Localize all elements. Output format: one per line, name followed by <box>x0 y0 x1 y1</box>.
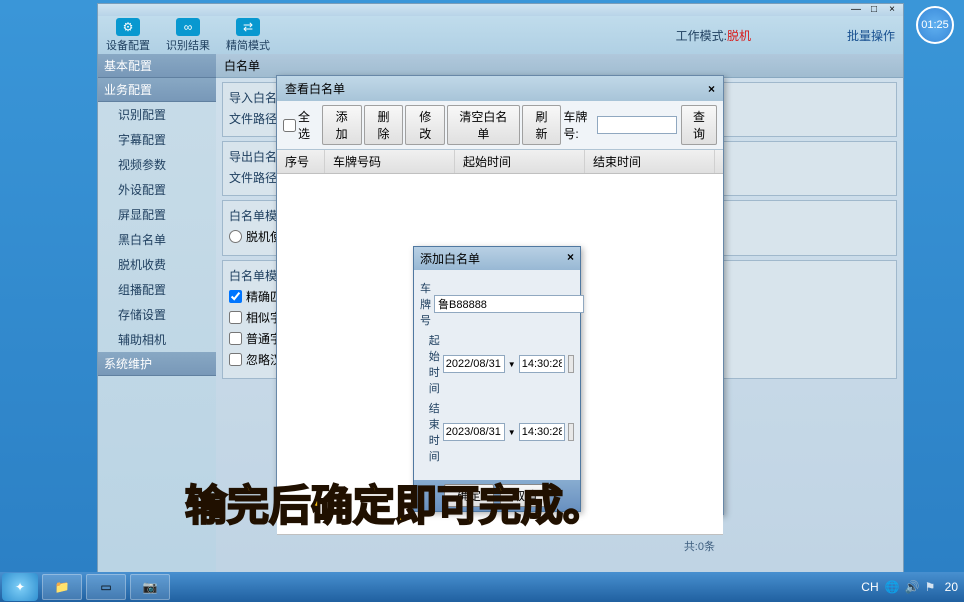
time-spinner[interactable] <box>568 423 574 441</box>
search-area: 车牌号: 查询 <box>563 105 717 145</box>
sidebar-item-whitelist[interactable]: 黑白名单 <box>98 227 216 252</box>
maximize-button[interactable]: □ <box>867 5 881 15</box>
toolbar-recognition-result[interactable]: ∞ 识别结果 <box>166 18 210 53</box>
overlay-caption: 输完后确定即可完成。 <box>185 472 605 533</box>
swap-icon: ⇄ <box>236 18 260 36</box>
clear-button[interactable]: 清空白名单 <box>447 105 519 145</box>
sidebar-item-storage[interactable]: 存储设置 <box>98 302 216 327</box>
gear-icon: ⚙ <box>116 18 140 36</box>
toolbar-device-config[interactable]: ⚙ 设备配置 <box>106 18 150 53</box>
chevron-down-icon[interactable]: ▼ <box>508 428 516 437</box>
end-time-label: 结束时间 <box>420 400 440 464</box>
plate-label: 车牌号 <box>420 280 431 328</box>
sidebar-header-business[interactable]: 业务配置 <box>98 78 216 102</box>
close-button[interactable]: × <box>885 5 899 15</box>
end-time-input[interactable] <box>519 423 565 441</box>
start-time-label: 起始时间 <box>420 332 440 396</box>
clock-badge: 01:25 <box>916 6 954 44</box>
flag-icon[interactable]: ⚑ <box>925 580 939 594</box>
dialog-toolbar: 全选 添加 删除 修改 清空白名单 刷新 车牌号: 查询 <box>277 101 723 150</box>
work-mode-value: 脱机 <box>727 29 751 43</box>
start-button[interactable]: ✦ <box>2 573 38 601</box>
task-item-camera[interactable]: 📷 <box>130 574 170 600</box>
sound-icon[interactable]: 🔊 <box>905 580 919 594</box>
close-icon[interactable]: × <box>708 82 715 96</box>
work-mode: 工作模式:脱机 <box>676 27 751 44</box>
plate-input[interactable] <box>434 295 584 313</box>
col-seq: 序号 <box>277 150 325 173</box>
toolbar-label: 精简模式 <box>226 37 270 53</box>
status-bar: 共:0条 <box>277 534 723 557</box>
add-dialog-title: 添加白名单 <box>420 250 480 267</box>
start-date-input[interactable] <box>443 355 505 373</box>
language-indicator[interactable]: CH <box>861 580 878 594</box>
sidebar-header-maintenance[interactable]: 系统维护 <box>98 352 216 376</box>
add-titlebar: 添加白名单 × <box>414 247 580 270</box>
add-button[interactable]: 添加 <box>322 105 362 145</box>
task-item-app[interactable]: ▭ <box>86 574 126 600</box>
search-input[interactable] <box>597 116 677 134</box>
toolbar-simple-mode[interactable]: ⇄ 精简模式 <box>226 18 270 53</box>
file-path-label: 文件路径 <box>229 169 277 186</box>
col-start: 起始时间 <box>455 150 585 173</box>
task-item-explorer[interactable]: 📁 <box>42 574 82 600</box>
sidebar-item-aux-camera[interactable]: 辅助相机 <box>98 327 216 352</box>
end-date-input[interactable] <box>443 423 505 441</box>
close-icon[interactable]: × <box>567 250 574 267</box>
toolbar-label: 设备配置 <box>106 37 150 53</box>
modify-button[interactable]: 修改 <box>405 105 445 145</box>
chevron-down-icon[interactable]: ▼ <box>508 360 516 369</box>
sidebar-header-basic[interactable]: 基本配置 <box>98 54 216 78</box>
table-header: 序号 车牌号码 起始时间 结束时间 <box>277 150 723 174</box>
toolbar-label: 识别结果 <box>166 37 210 53</box>
similar-char-checkbox[interactable] <box>229 311 242 324</box>
titlebar: — □ × <box>98 4 903 16</box>
search-label: 车牌号: <box>563 108 593 142</box>
col-plate: 车牌号码 <box>325 150 455 173</box>
toolbar: ⚙ 设备配置 ∞ 识别结果 ⇄ 精简模式 工作模式:脱机 批量操作 <box>98 16 903 54</box>
clock-text[interactable]: 20 <box>945 580 958 594</box>
system-tray: CH 🌐 🔊 ⚑ 20 <box>861 580 964 594</box>
work-mode-label: 工作模式: <box>676 29 727 43</box>
select-all-checkbox[interactable] <box>283 119 296 132</box>
dialog-titlebar: 查看白名单 × <box>277 76 723 101</box>
sidebar-item-display[interactable]: 屏显配置 <box>98 202 216 227</box>
taskbar: ✦ 📁 ▭ 📷 CH 🌐 🔊 ⚑ 20 <box>0 572 964 602</box>
add-body: 车牌号 起始时间 ▼ 结束时间 ▼ <box>414 270 580 474</box>
delete-button[interactable]: 删除 <box>364 105 404 145</box>
sidebar-item-offline-fee[interactable]: 脱机收费 <box>98 252 216 277</box>
search-button[interactable]: 查询 <box>681 105 717 145</box>
time-spinner[interactable] <box>568 355 574 373</box>
dialog-title: 查看白名单 <box>285 80 345 97</box>
select-all-label: 全选 <box>298 108 320 142</box>
sidebar-item-peripheral[interactable]: 外设配置 <box>98 177 216 202</box>
file-path-label: 文件路径 <box>229 110 277 127</box>
batch-operation-link[interactable]: 批量操作 <box>847 27 895 44</box>
loop-icon: ∞ <box>176 18 200 36</box>
exact-match-checkbox[interactable] <box>229 290 242 303</box>
sidebar-item-subtitle[interactable]: 字幕配置 <box>98 127 216 152</box>
start-time-input[interactable] <box>519 355 565 373</box>
ignore-hanzi-checkbox[interactable] <box>229 353 242 366</box>
sidebar-item-recognition[interactable]: 识别配置 <box>98 102 216 127</box>
refresh-button[interactable]: 刷新 <box>522 105 562 145</box>
sidebar-item-multicast[interactable]: 组播配置 <box>98 277 216 302</box>
minimize-button[interactable]: — <box>849 5 863 15</box>
sidebar-item-video[interactable]: 视频参数 <box>98 152 216 177</box>
col-end: 结束时间 <box>585 150 715 173</box>
offline-radio[interactable] <box>229 230 242 243</box>
common-char-checkbox[interactable] <box>229 332 242 345</box>
network-icon[interactable]: 🌐 <box>885 580 899 594</box>
